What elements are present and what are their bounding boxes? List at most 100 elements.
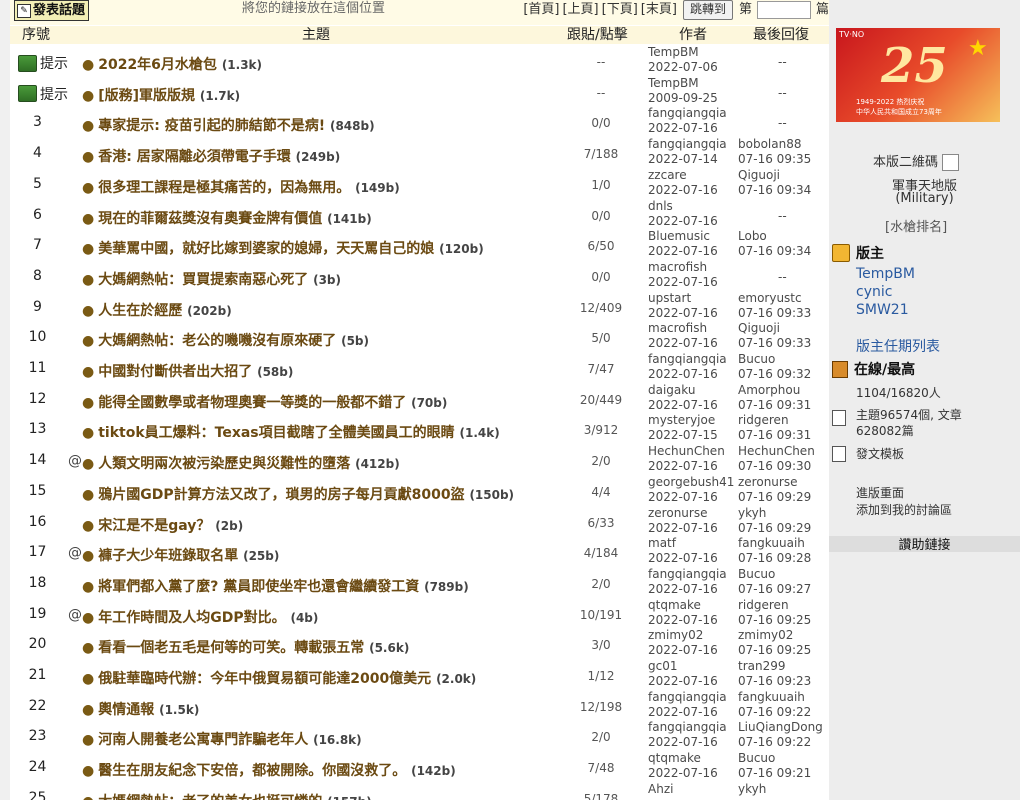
author-link[interactable]: TempBM xyxy=(648,45,718,60)
topic-title-link[interactable]: ● 俄駐華臨時代辦：今年中俄貿易額可能達2000億美元 (2.0k) xyxy=(82,668,476,688)
author-cell: TempBM 2022-07-06 xyxy=(648,45,718,75)
enter-board-link[interactable]: 進版重面 xyxy=(856,485,904,501)
author-link[interactable]: Bluemusic xyxy=(648,229,718,244)
author-link[interactable]: fangqiangqia xyxy=(648,690,727,705)
moderator-history-link[interactable]: 版主任期列表 xyxy=(856,336,940,356)
author-link[interactable]: zmimy02 xyxy=(648,628,718,643)
author-link[interactable]: macrofish xyxy=(648,260,718,275)
last-reply-user[interactable]: zmimy02 xyxy=(738,628,811,643)
last-reply-user[interactable]: Lobo xyxy=(738,229,811,244)
prev-page-link[interactable]: [上頁] xyxy=(562,1,598,19)
author-link[interactable]: fangqiangqia xyxy=(648,137,727,152)
last-reply-user[interactable]: ykyh xyxy=(738,782,766,797)
topic-title-link[interactable]: ● 香港: 居家隔離必須帶電子手環 (249b) xyxy=(82,146,340,166)
author-link[interactable]: Ahzi xyxy=(648,782,673,797)
table-row: 17 @ ● 褲子大少年班錄取名單 (25b) 4/184 matf 2022-07-16 f… xyxy=(10,536,829,569)
last-reply-user[interactable]: ridgeren xyxy=(738,598,811,613)
topic-title-link[interactable]: ● 大媽網熱帖：老了的美女也挺可憐的 (157b) xyxy=(82,791,372,800)
topic-title-link[interactable]: ● 中國對付斷供者出大招了 (58b) xyxy=(82,361,293,381)
moderator-link[interactable]: cynic xyxy=(856,284,892,300)
first-page-link[interactable]: [首頁] xyxy=(523,1,559,19)
last-reply-user[interactable]: Qiguoji xyxy=(738,321,811,336)
author-link[interactable]: qtqmake xyxy=(648,598,718,613)
next-page-link[interactable]: [下頁] xyxy=(602,1,638,19)
last-reply-user[interactable]: HechunChen xyxy=(738,444,815,459)
topic-title-link[interactable]: ● 鴉片國GDP計算方法又改了，瑣男的房子每月貢獻8000盜 (150b) xyxy=(82,484,514,504)
last-reply-user[interactable]: bobolan88 xyxy=(738,137,811,152)
topic-title-link[interactable]: ● 人生在於經歷 (202b) xyxy=(82,300,232,320)
author-link[interactable]: fangqiangqia xyxy=(648,720,727,735)
author-link[interactable]: HechunChen xyxy=(648,444,725,459)
last-reply-user[interactable]: Qiguoji xyxy=(738,168,811,183)
last-reply-user[interactable]: Amorphou xyxy=(738,383,811,398)
post-date: 2022-07-16 xyxy=(648,397,718,412)
author-link[interactable]: fangqiangqia xyxy=(648,567,727,582)
post-template-link[interactable]: 發文模板 xyxy=(856,446,904,462)
table-row: 23 ● 河南人開養老公寓專門詐騙老年人 (16.8k) 2/0 fangqiangqi… xyxy=(10,720,829,753)
add-to-my-boards-link[interactable]: 添加到我的討論區 xyxy=(856,502,952,518)
table-row: 13 ● tiktok員工爆料：Texas項目截瞎了全體美國員工的眼睛 (1.4k)… xyxy=(10,413,829,446)
author-cell: TempBM 2009-09-25 xyxy=(648,76,718,106)
last-reply-cell: fangkuuaih 07-16 09:22 xyxy=(738,690,811,720)
last-reply-user[interactable]: ridgeren xyxy=(738,413,811,428)
author-link[interactable]: gc01 xyxy=(648,659,718,674)
topic-title-link[interactable]: ● 專家提示: 疫苗引起的肺結節不是病! (848b) xyxy=(82,115,375,135)
jump-button[interactable]: 跳轉到 xyxy=(682,0,733,20)
page-number-input[interactable] xyxy=(756,1,811,19)
author-link[interactable]: mysteryjoe xyxy=(648,413,718,428)
topic-title-link[interactable]: ● 2022年6月水槍包 (1.3k) xyxy=(82,54,262,74)
author-link[interactable]: dnls xyxy=(648,199,718,214)
topic-title-link[interactable]: ● 年工作時間及人均GDP對比。 (4b) xyxy=(82,607,318,627)
post-topic-button[interactable]: ✎ 發表話題 xyxy=(14,0,90,21)
author-cell: Ahzi xyxy=(648,782,673,797)
last-reply-user[interactable]: Bucuo xyxy=(738,567,811,582)
topic-title-link[interactable]: ● [版務]軍版版規 (1.7k) xyxy=(82,85,240,105)
topic-title-link[interactable]: ● 大媽網熱帖：老公的嘰嘰沒有原來硬了 (5b) xyxy=(82,330,369,350)
last-reply-user[interactable]: emoryustc xyxy=(738,291,811,306)
author-link[interactable]: fangqiangqia xyxy=(648,352,727,367)
last-reply-user[interactable]: Bucuo xyxy=(738,751,811,766)
post-date: 2022-07-16 xyxy=(648,213,718,228)
last-reply-cell: zmimy02 07-16 09:25 xyxy=(738,628,811,658)
moderator-link[interactable]: SMW21 xyxy=(856,302,909,318)
author-link[interactable]: daigaku xyxy=(648,383,718,398)
last-page-link[interactable]: [末頁] xyxy=(641,1,677,19)
topic-title-link[interactable]: ● 人類文明兩次被污染歷史與災難性的墮落 (412b) xyxy=(82,453,400,473)
last-reply-user[interactable]: Bucuo xyxy=(738,352,811,367)
table-row: 12 ● 能得全國數學或者物理奧賽一等獎的一般都不錯了 (70b) 20/449 dai… xyxy=(10,383,829,416)
rank-link[interactable]: [水槍排名] xyxy=(885,216,947,235)
topic-title-link[interactable]: ● 輿情通報 (1.5k) xyxy=(82,699,199,719)
moderator-link[interactable]: TempBM xyxy=(856,266,915,282)
topic-title-link[interactable]: ● 大媽網熱帖：買買提索南惡心死了 (3b) xyxy=(82,269,341,289)
author-link[interactable]: TempBM xyxy=(648,76,718,91)
topic-title-link[interactable]: ● 很多理工課程是極其痛苦的，因為無用。 (149b) xyxy=(82,177,400,197)
last-reply-user[interactable]: LiuQiangDong xyxy=(738,720,823,735)
topic-title-link[interactable]: ● 醫生在朋友紀念下安倍，都被開除。你國沒救了。 (142b) xyxy=(82,760,456,780)
banner-image[interactable]: TV·NO 25 ★ 1949-2022 热烈庆祝 中华人民共和国成立73周年 xyxy=(836,28,1000,122)
last-reply-user[interactable]: zeronurse xyxy=(738,475,811,490)
last-reply-user[interactable]: tran299 xyxy=(738,659,811,674)
topic-title-link[interactable]: ● 看看一個老五毛是何等的可笑。轉載張五常 (5.6k) xyxy=(82,637,409,657)
last-reply-user[interactable]: fangkuuaih xyxy=(738,536,811,551)
topic-title-link[interactable]: ● 河南人開養老公寓專門詐騙老年人 (16.8k) xyxy=(82,729,362,749)
last-reply-user[interactable]: fangkuuaih xyxy=(738,690,811,705)
last-reply-user[interactable]: ykyh xyxy=(738,506,811,521)
topic-title-link[interactable]: ● 現在的菲爾茲獎沒有奧賽金牌有價值 (141b) xyxy=(82,208,372,228)
author-link[interactable]: fangqiangqia xyxy=(648,106,727,121)
author-link[interactable]: qtqmake xyxy=(648,751,718,766)
topic-title: 醫生在朋友紀念下安倍，都被開除。你國沒救了。 xyxy=(98,763,407,780)
topic-title-link[interactable]: ● 將軍們都入黨了麼? 黨員即使坐牢也還會繼續發工資 (789b) xyxy=(82,576,469,596)
author-link[interactable]: zzcare xyxy=(648,168,718,183)
topic-title-link[interactable]: ● 宋江是不是gay？ (2b) xyxy=(82,515,243,535)
author-link[interactable]: macrofish xyxy=(648,321,718,336)
topic-title-link[interactable]: ● tiktok員工爆料：Texas項目截瞎了全體美國員工的眼睛 (1.4k) xyxy=(82,422,500,442)
author-link[interactable]: matf xyxy=(648,536,718,551)
topic-title: 褲子大少年班錄取名單 xyxy=(98,548,239,565)
author-link[interactable]: georgebush41 xyxy=(648,475,734,490)
topic-title-link[interactable]: ● 能得全國數學或者物理奧賽一等獎的一般都不錯了 (70b) xyxy=(82,392,447,412)
author-link[interactable]: upstart xyxy=(648,291,718,306)
topic-title-link[interactable]: ● 褲子大少年班錄取名單 (25b) xyxy=(82,545,279,565)
author-cell: daigaku 2022-07-16 xyxy=(648,383,718,413)
topic-title-link[interactable]: ● 美華罵中國，就好比嫁到婆家的媳婦，天天罵自己的娘 (120b) xyxy=(82,238,484,258)
author-link[interactable]: zeronurse xyxy=(648,506,718,521)
